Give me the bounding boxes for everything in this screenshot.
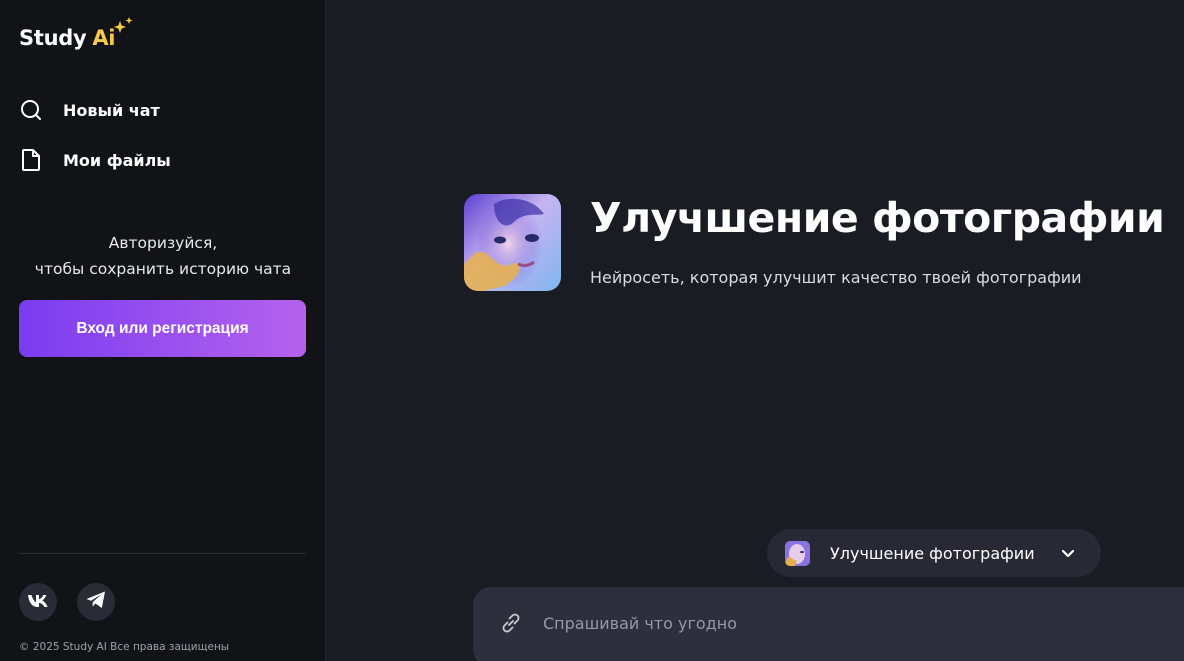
sidebar-item-new-chat[interactable]: Новый чат — [19, 98, 160, 122]
model-thumbnail — [785, 540, 810, 566]
vk-link[interactable] — [19, 583, 57, 621]
auth-prompt: Авторизуйся, чтобы сохранить историю чат… — [0, 230, 326, 282]
telegram-icon — [85, 590, 107, 614]
file-icon — [19, 148, 43, 172]
model-selector-label: Улучшение фотографии — [830, 543, 1035, 563]
sidebar: Study Ai Новый чат Мои файлы Авторизуйся… — [0, 0, 326, 661]
vk-icon — [27, 593, 49, 612]
sidebar-item-label: Мои файлы — [63, 150, 171, 170]
chat-input[interactable] — [543, 607, 1143, 639]
telegram-link[interactable] — [77, 583, 115, 621]
page-title: Улучшение фотографии — [590, 194, 1165, 242]
sidebar-item-my-files[interactable]: Мои файлы — [19, 148, 171, 172]
logo[interactable]: Study Ai — [19, 17, 133, 50]
logo-word-study: Study — [19, 26, 87, 50]
copyright-text: © 2025 Study AI Все права защищены — [19, 641, 230, 653]
tool-preview-image — [464, 194, 561, 291]
chat-input-box — [473, 587, 1184, 661]
divider — [19, 553, 306, 554]
model-selector[interactable]: Улучшение фотографии — [767, 529, 1101, 577]
attach-icon[interactable] — [499, 611, 523, 635]
login-button[interactable]: Вход или регистрация — [19, 300, 306, 357]
sparkle-icon — [114, 17, 133, 33]
page-subtitle: Нейросеть, которая улучшит качество твое… — [590, 268, 1082, 287]
auth-prompt-line: Авторизуйся, — [108, 234, 218, 252]
auth-prompt-line: чтобы сохранить историю чата — [34, 260, 292, 278]
chevron-down-icon — [1061, 549, 1075, 558]
sidebar-item-label: Новый чат — [63, 100, 160, 120]
search-icon — [19, 98, 43, 122]
